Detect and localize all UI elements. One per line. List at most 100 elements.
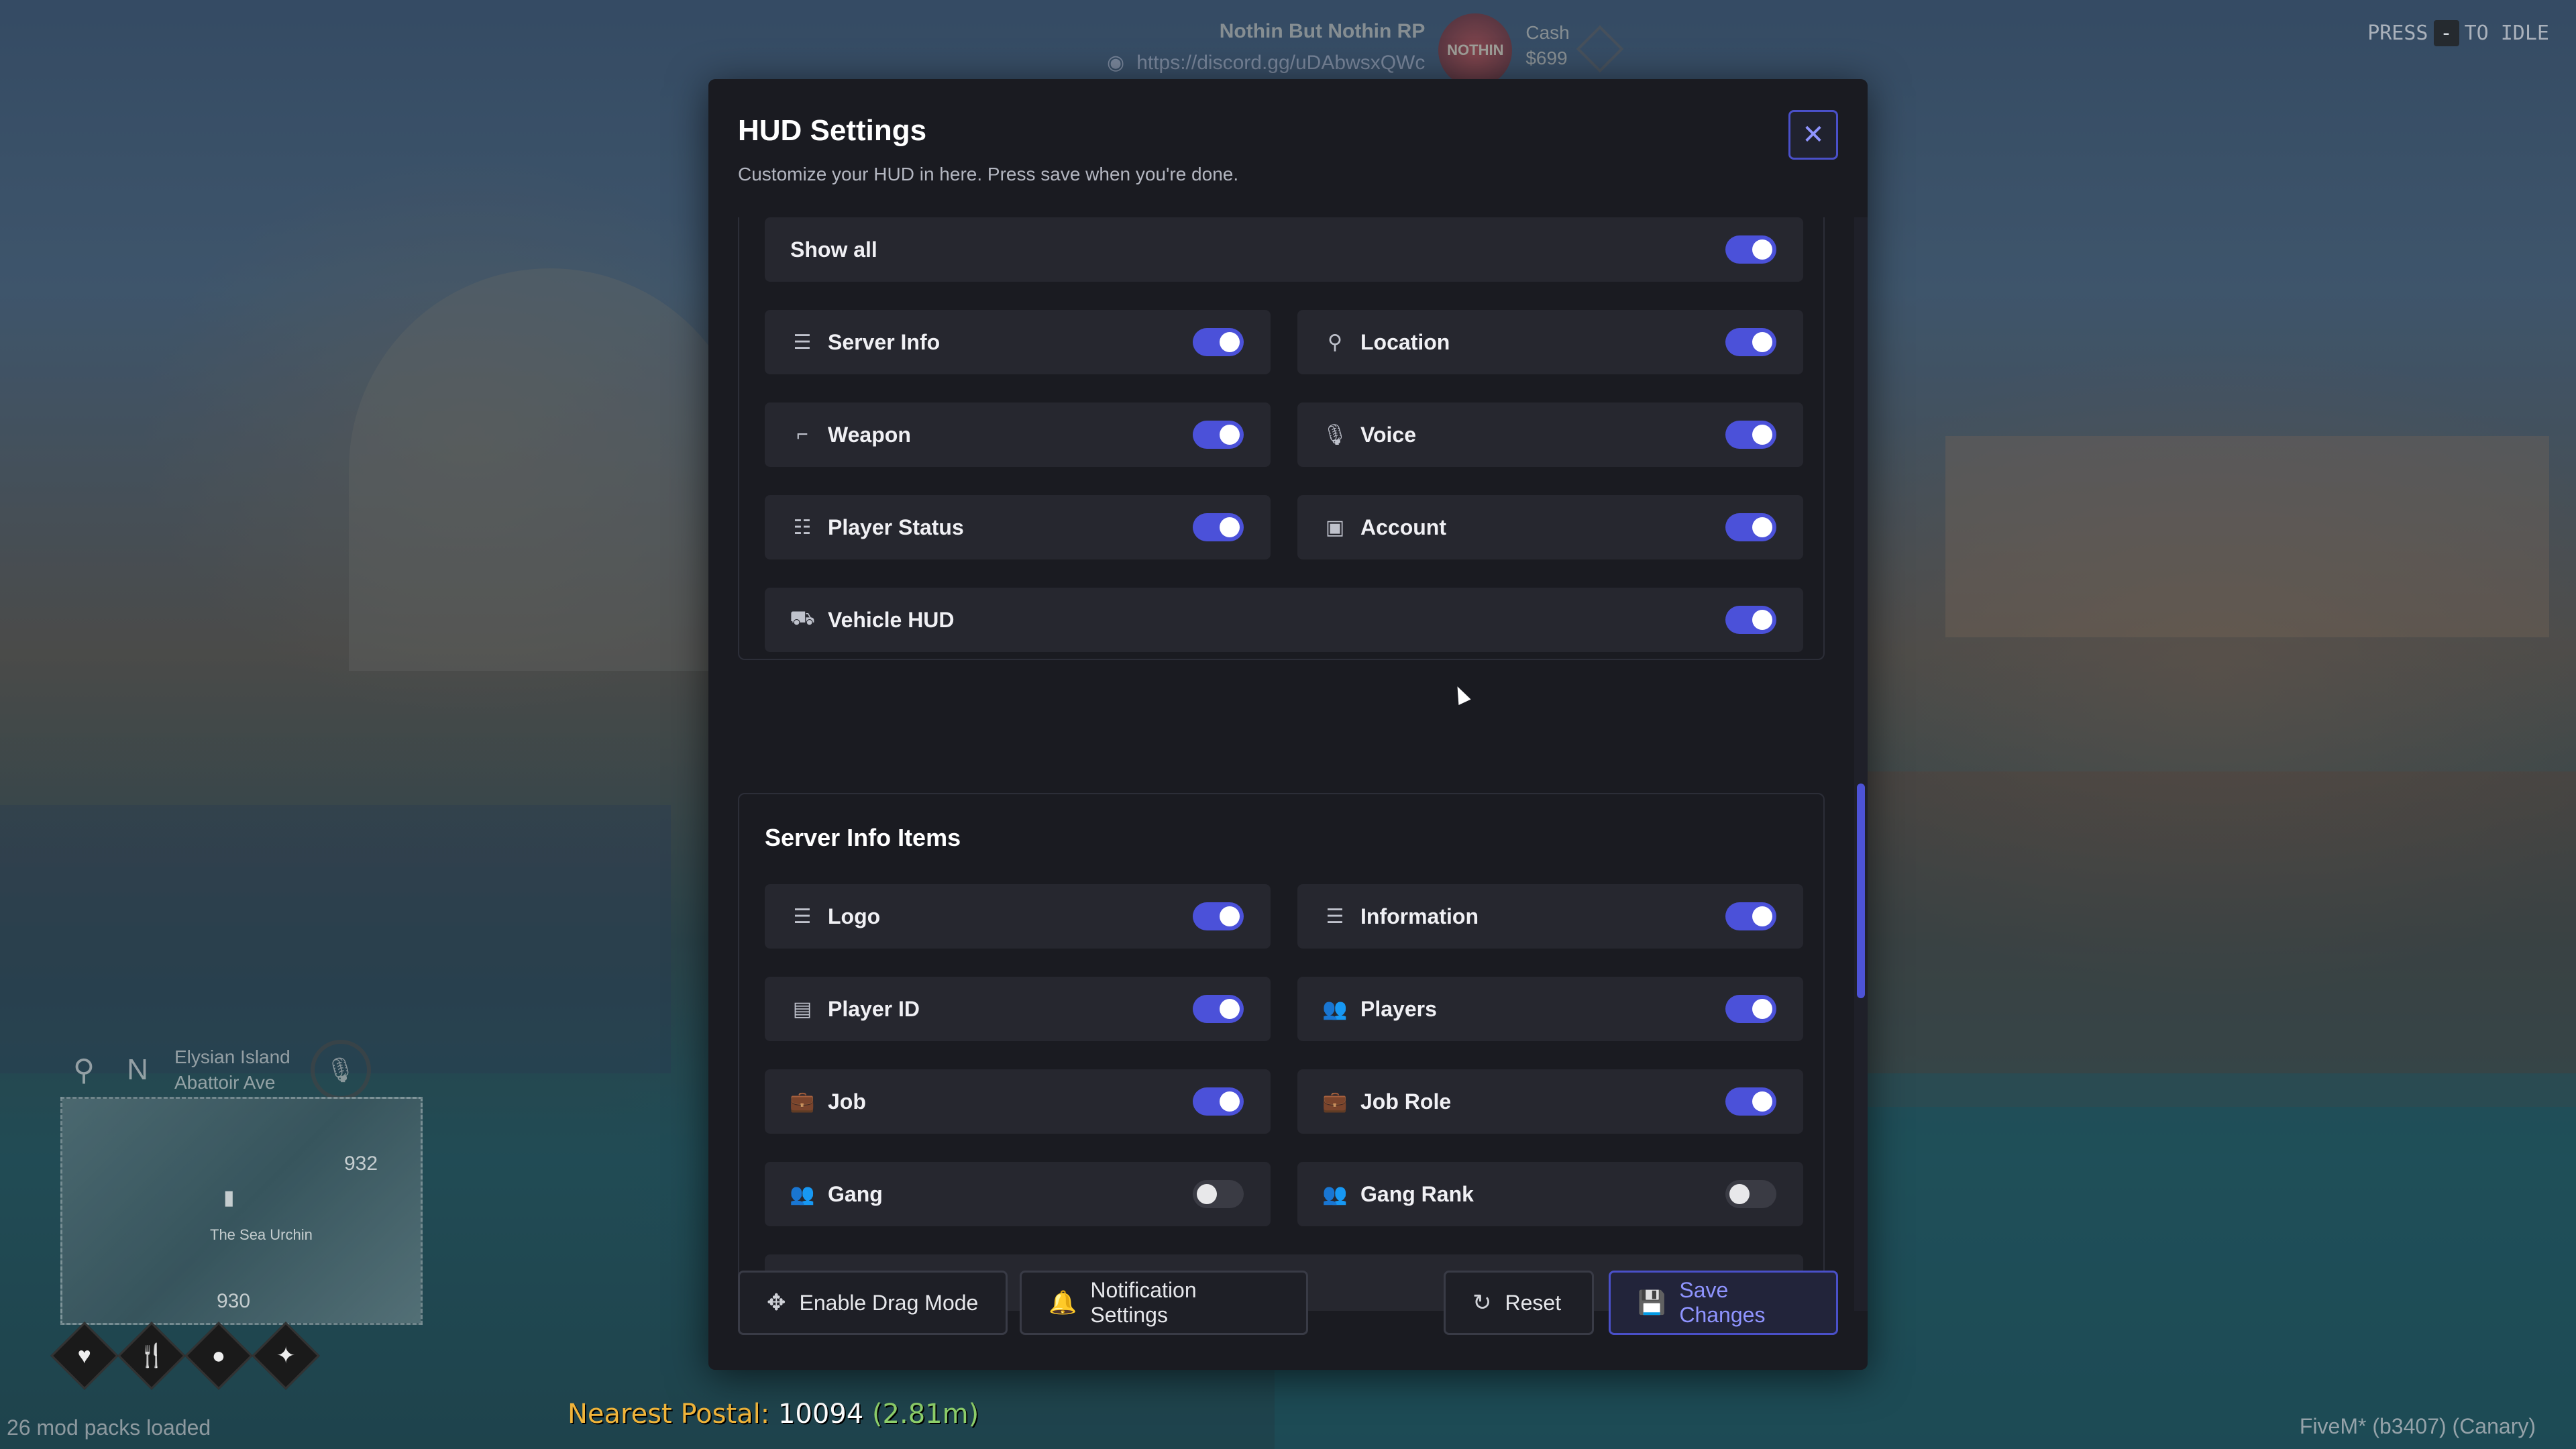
setting-label-server-info: Server Info — [828, 329, 941, 354]
setting-row-voice: 🎙 Voice — [1297, 402, 1803, 467]
close-icon: ✕ — [1802, 120, 1825, 150]
server-logo: NOTHIN — [1438, 13, 1513, 87]
settings-scroll-area[interactable]: Show all ☰ Server Info ⚲ Location ⌐ Weapon 🎙 Vo… — [738, 217, 1825, 1311]
nearest-postal: Nearest Postal: 10094 (2.81m) — [568, 1399, 979, 1430]
server-icon: ☰ — [793, 905, 812, 928]
client-version: FiveM* (b3407) (Canary) — [2299, 1414, 2536, 1438]
reset-label: Reset — [1505, 1290, 1562, 1315]
toggle-server-info[interactable] — [1193, 328, 1244, 356]
close-button[interactable]: ✕ — [1788, 110, 1838, 160]
diamond-icon — [1576, 25, 1624, 73]
setting-row-information: ☰ Information — [1297, 884, 1803, 949]
setting-row-gang: 👥 Gang — [765, 1162, 1271, 1226]
toggle-player-id[interactable] — [1193, 995, 1244, 1023]
map-marker-icon: ▮ — [223, 1187, 235, 1209]
cash-label: Cash — [1525, 22, 1570, 43]
cash-value: $699 — [1525, 48, 1568, 68]
idle-hint: PRESS - TO IDLE — [2367, 20, 2549, 46]
section-title: Server Info Items — [765, 824, 961, 851]
minimap: 932 The Sea Urchin 930 ▮ — [60, 1097, 423, 1325]
enable-drag-mode-button[interactable]: ✥ Enable Drag Mode — [738, 1271, 1008, 1335]
toggle-voice[interactable] — [1725, 421, 1776, 449]
setting-row-weapon: ⌐ Weapon — [765, 402, 1271, 467]
toggle-information[interactable] — [1725, 902, 1776, 930]
location-pin-icon: ⚲ — [1328, 331, 1342, 354]
setting-label-gang-rank: Gang Rank — [1360, 1181, 1474, 1206]
toggle-logo[interactable] — [1193, 902, 1244, 930]
stamina-icon: ✦ — [252, 1322, 320, 1390]
enable-drag-mode-label: Enable Drag Mode — [799, 1290, 979, 1315]
scrollbar-thumb[interactable] — [1857, 784, 1865, 998]
player-status-icons: ♥ 🍴 ● ✦ — [50, 1322, 320, 1390]
scrollbar-track[interactable] — [1854, 217, 1868, 1311]
postal-label: Nearest Postal: — [568, 1399, 770, 1430]
general-settings-group: Show all ☰ Server Info ⚲ Location ⌐ Weapon 🎙 Vo… — [738, 217, 1825, 660]
setting-label-players: Players — [1360, 996, 1437, 1021]
show-all-row: Show all — [765, 217, 1803, 282]
setting-row-logo: ☰ Logo — [765, 884, 1271, 949]
postal-distance: (2.81m) — [871, 1399, 979, 1430]
setting-label-logo: Logo — [828, 904, 881, 928]
setting-row-account: ▣ Account — [1297, 495, 1803, 559]
modal-footer: ✥ Enable Drag Mode 🔔 Notification Settin… — [738, 1271, 1838, 1338]
minimap-label: 930 — [217, 1290, 251, 1312]
toggle-player-status[interactable] — [1193, 513, 1244, 541]
road-name: Abattoir Ave — [174, 1072, 276, 1093]
toggle-weapon[interactable] — [1193, 421, 1244, 449]
save-changes-label: Save Changes — [1679, 1278, 1766, 1327]
setting-label-job: Job — [828, 1089, 866, 1114]
users-icon: 👥 — [1322, 1183, 1348, 1205]
server-icon: ☰ — [793, 331, 812, 354]
car-icon: ⛟ — [790, 607, 815, 629]
briefcase-icon: 💼 — [790, 1090, 815, 1113]
location-pin-icon: ⚲ — [72, 1053, 95, 1087]
toggle-gang[interactable] — [1193, 1180, 1244, 1208]
setting-row-gang-rank: 👥 Gang Rank — [1297, 1162, 1803, 1226]
gun-icon: ⌐ — [796, 423, 808, 445]
setting-row-server-info: ☰ Server Info — [765, 310, 1271, 374]
toggle-vehicle-hud[interactable] — [1725, 606, 1776, 634]
idle-hint-prefix: PRESS — [2367, 21, 2428, 45]
notification-settings-label: Notification Settings — [1090, 1278, 1197, 1327]
reset-button[interactable]: ↻ Reset — [1444, 1271, 1594, 1335]
postal-code: 10094 — [777, 1399, 864, 1430]
server-info-hud: Nothin But Nothin RP ◉ https://discord.gg… — [1107, 13, 1624, 87]
thirst-icon: ● — [184, 1322, 253, 1390]
show-all-toggle[interactable] — [1725, 235, 1776, 264]
setting-label-gang: Gang — [828, 1181, 883, 1206]
setting-row-vehicle-hud: ⛟ Vehicle HUD — [765, 588, 1803, 652]
setting-label-player-id: Player ID — [828, 996, 920, 1021]
setting-row-job: 💼 Job — [765, 1069, 1271, 1134]
toggle-account[interactable] — [1725, 513, 1776, 541]
toggle-gang-rank[interactable] — [1725, 1180, 1776, 1208]
toggle-job[interactable] — [1193, 1087, 1244, 1116]
minimap-label: 932 — [344, 1152, 378, 1175]
setting-row-player-id: ▤ Player ID — [765, 977, 1271, 1041]
user-list-icon: ☷ — [793, 516, 812, 539]
toggle-job-role[interactable] — [1725, 1087, 1776, 1116]
toggle-location[interactable] — [1725, 328, 1776, 356]
voice-mic-icon: 🎙 — [310, 1040, 371, 1100]
save-changes-button[interactable]: 💾 Save Changes — [1609, 1271, 1838, 1335]
hud-settings-modal: HUD Settings Customize your HUD in here.… — [708, 79, 1868, 1370]
reset-icon: ↻ — [1472, 1290, 1492, 1316]
modal-subtitle: Customize your HUD in here. Press save w… — [738, 164, 1239, 184]
wallet-icon: ▣ — [1325, 516, 1345, 539]
mod-packs-status: 26 mod packs loaded — [7, 1415, 211, 1440]
setting-label-player-status: Player Status — [828, 515, 964, 539]
notification-settings-button[interactable]: 🔔 Notification Settings — [1020, 1271, 1308, 1335]
idle-key: - — [2433, 20, 2459, 46]
discord-icon: ◉ — [1107, 52, 1125, 74]
setting-row-player-status: ☷ Player Status — [765, 495, 1271, 559]
idle-hint-suffix: TO IDLE — [2464, 21, 2549, 45]
toggle-players[interactable] — [1725, 995, 1776, 1023]
discord-url: https://discord.gg/uDAbwsxQWc — [1136, 51, 1426, 74]
setting-row-location: ⚲ Location — [1297, 310, 1803, 374]
compass-heading: N — [127, 1053, 148, 1086]
setting-label-information: Information — [1360, 904, 1479, 928]
bell-icon: 🔔 — [1049, 1290, 1077, 1316]
setting-label-account: Account — [1360, 515, 1446, 539]
users-icon: 👥 — [1322, 998, 1348, 1020]
microphone-icon: 🎙 — [1322, 423, 1348, 446]
show-all-label: Show all — [790, 237, 877, 262]
